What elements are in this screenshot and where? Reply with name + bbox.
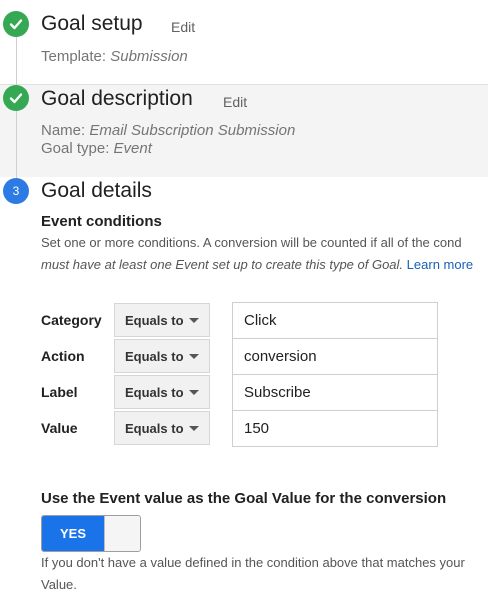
value-value-input[interactable]: 150 [232,410,438,447]
goal-value-help-line1: If you don't have a value defined in the… [41,555,465,570]
action-operator-select[interactable]: Equals to [114,339,210,373]
action-value-input[interactable]: conversion [232,338,438,375]
label-operator-select[interactable]: Equals to [114,375,210,409]
event-conditions-note: must have at least one Event set up to c… [41,254,473,276]
template-value: Submission [110,48,188,65]
event-conditions-description: Set one or more conditions. A conversion… [41,235,462,250]
toggle-yes-label: YES [42,516,104,551]
condition-label-value: Value [41,420,78,436]
step-title-goal-description: Goal description [41,87,193,110]
category-operator-value: Equals to [125,312,184,328]
dropdown-caret-icon [189,354,199,359]
category-operator-select[interactable]: Equals to [114,303,210,337]
template-line: Template: Submission [41,47,188,66]
event-required-note: must have at least one Event set up to c… [41,257,404,272]
condition-label-category: Category [41,312,102,328]
value-operator-value: Equals to [125,420,184,436]
goal-name-label: Name: [41,122,86,139]
step-number-badge: 3 [3,178,29,204]
step-title-goal-setup: Goal setup [41,12,143,35]
use-event-value-heading: Use the Event value as the Goal Value fo… [41,490,447,507]
goal-value-help-line2: Value. [41,577,77,592]
value-operator-select[interactable]: Equals to [114,411,210,445]
step-complete-check-icon [3,11,29,37]
condition-label-action: Action [41,348,85,364]
goal-type-label: Goal type: [41,140,110,157]
toggle-knob [104,516,140,551]
use-event-value-toggle[interactable]: YES [41,515,141,552]
event-conditions-heading: Event conditions [41,213,162,230]
edit-goal-description-link[interactable]: Edit [223,94,247,110]
label-operator-value: Equals to [125,384,184,400]
condition-label-label: Label [41,384,78,400]
dropdown-caret-icon [189,426,199,431]
edit-goal-setup-link[interactable]: Edit [171,19,195,35]
step-title-goal-details: Goal details [41,179,152,202]
label-value-input[interactable]: Subscribe [232,374,438,411]
dropdown-caret-icon [189,390,199,395]
category-value-input[interactable]: Click [232,302,438,339]
goal-type-value: Event [113,140,152,157]
action-operator-value: Equals to [125,348,184,364]
step-complete-check-icon [3,85,29,111]
dropdown-caret-icon [189,318,199,323]
goal-setup-page: Goal setup Edit Template: Submission Goa… [0,0,488,599]
goal-type-line: Goal type: Event [41,139,152,158]
goal-name-value: Email Subscription Submission [89,122,296,139]
template-label: Template: [41,48,107,65]
goal-name-line: Name: Email Subscription Submission [41,121,295,140]
learn-more-link[interactable]: Learn more [407,257,473,272]
